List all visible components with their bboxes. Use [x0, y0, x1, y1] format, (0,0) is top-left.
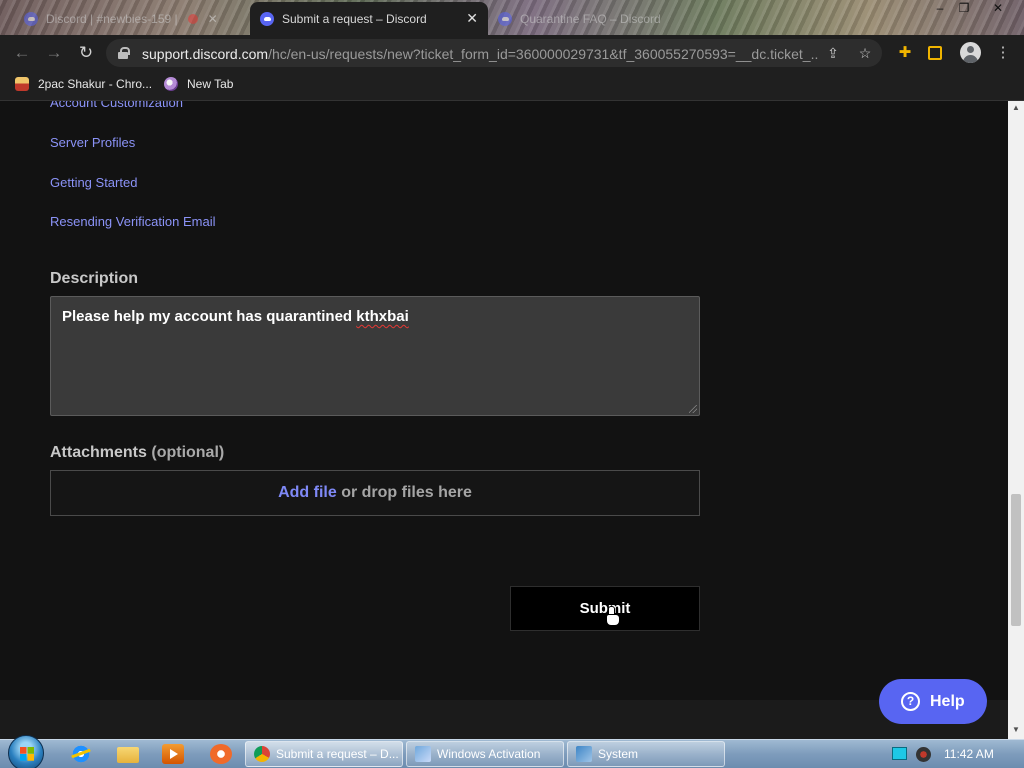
misspelled-word: kthxbai — [356, 308, 409, 325]
help-label: Help — [930, 692, 965, 710]
link-resending-verification-email[interactable]: Resending Verification Email — [50, 214, 215, 229]
extensions-puzzle-icon[interactable]: ✚ — [896, 44, 914, 62]
page-scrollbar[interactable]: ▲ ▼ — [1008, 101, 1024, 739]
screen: Discord | #newbies-159 | ✕ Submit a requ… — [0, 0, 1024, 768]
attachments-label: Attachments (optional) — [50, 444, 224, 462]
taskbar-button-label: Windows Activation — [437, 747, 541, 761]
bookmarks-bar: 2pac Shakur - Chro... New Tab — [0, 70, 1024, 101]
taskbar-button-chrome[interactable]: Submit a request – D... — [245, 741, 403, 767]
reload-icon[interactable]: ↻ — [76, 43, 96, 63]
folder-icon[interactable] — [117, 747, 139, 763]
hand-cursor-icon — [605, 606, 620, 626]
share-icon[interactable]: ⇪ — [824, 44, 842, 62]
close-tab-icon[interactable]: ✕ — [466, 10, 478, 27]
description-text: Please help my account has quarantined — [62, 308, 357, 325]
media-player-icon[interactable] — [162, 744, 184, 764]
description-label: Description — [50, 270, 139, 287]
side-panel-icon[interactable] — [928, 46, 942, 60]
url-host: support.discord.com — [142, 46, 269, 62]
tab-submit-request[interactable]: Submit a request – Discord ✕ — [250, 2, 488, 35]
recorder-tray-icon[interactable] — [916, 747, 931, 762]
page-footer-band — [0, 700, 1008, 739]
system-icon — [576, 746, 592, 762]
discord-icon — [260, 11, 274, 26]
tab-quarantine-faq[interactable]: Quarantine FAQ – Discord — [488, 2, 718, 35]
discord-icon — [24, 11, 38, 26]
link-server-profiles[interactable]: Server Profiles — [50, 135, 135, 150]
browser-tab-strip: Discord | #newbies-159 | ✕ Submit a requ… — [0, 0, 1024, 35]
taskbar-clock[interactable]: 11:42 AM — [944, 747, 994, 761]
drop-files-text: or drop files here — [336, 484, 472, 501]
close-window-icon[interactable]: ✕ — [986, 0, 1010, 18]
scroll-thumb[interactable] — [1011, 494, 1021, 626]
forward-icon[interactable]: → — [44, 43, 64, 63]
scroll-up-icon[interactable]: ▲ — [1008, 101, 1024, 115]
add-file-link[interactable]: Add file — [278, 484, 337, 501]
bookmark-favicon-icon — [15, 77, 29, 91]
support-request-page: Account Customization Server Profiles Ge… — [0, 101, 1008, 700]
network-icon[interactable] — [892, 747, 907, 760]
bookmark-new-tab[interactable]: New Tab — [164, 77, 233, 91]
minimize-icon[interactable]: – — [928, 0, 952, 18]
description-value: Please help my account has quarantined k… — [62, 308, 409, 325]
windows-taskbar: Submit a request – D... Windows Activati… — [0, 735, 1024, 768]
help-button[interactable]: ? Help — [879, 679, 987, 724]
close-tab-icon[interactable]: ✕ — [208, 12, 218, 26]
optional-tag: (optional) — [151, 444, 225, 461]
profile-avatar-icon[interactable] — [960, 42, 981, 63]
tab-title: Discord | #newbies-159 | — [46, 11, 178, 26]
resize-grip-icon[interactable] — [689, 405, 697, 413]
app-launcher-icon[interactable] — [210, 744, 232, 764]
url-path: /hc/en-us/requests/new?ticket_form_id=36… — [268, 46, 818, 62]
attachments-label-text: Attachments — [50, 444, 147, 461]
browser-toolbar: ← → ↻ support.discord.com/hc/en-us/reque… — [0, 35, 1024, 70]
bookmark-label: New Tab — [187, 77, 234, 91]
scroll-down-icon[interactable]: ▼ — [1008, 723, 1024, 737]
activation-key-icon — [415, 746, 431, 762]
address-bar[interactable]: support.discord.com/hc/en-us/requests/ne… — [106, 39, 882, 67]
taskbar-button-system[interactable]: System — [567, 741, 725, 767]
back-icon[interactable]: ← — [12, 43, 32, 63]
tab-discord-newbies[interactable]: Discord | #newbies-159 | ✕ — [14, 2, 250, 35]
link-account-customization[interactable]: Account Customization — [50, 101, 183, 110]
lock-icon — [118, 47, 130, 59]
taskbar-button-label: Submit a request – D... — [276, 747, 399, 761]
url-text: support.discord.com/hc/en-us/requests/ne… — [142, 46, 818, 62]
discord-icon — [498, 11, 512, 26]
description-textarea[interactable]: Please help my account has quarantined k… — [50, 296, 700, 416]
chrome-icon — [254, 746, 270, 762]
system-tray: 11:42 AM — [880, 740, 1024, 768]
restore-icon[interactable]: ❐ — [952, 0, 976, 18]
menu-kebab-icon[interactable]: ⋮ — [994, 44, 1012, 62]
tab-title: Quarantine FAQ – Discord — [520, 11, 661, 26]
file-drop-zone[interactable]: Add file or drop files here — [50, 470, 700, 516]
tab-title: Submit a request – Discord — [282, 11, 427, 26]
bookmark-2pac[interactable]: 2pac Shakur - Chro... — [15, 77, 152, 91]
bookmark-label: 2pac Shakur - Chro... — [38, 77, 153, 91]
taskbar-button-windows-activation[interactable]: Windows Activation — [406, 741, 564, 767]
bookmark-favicon-icon — [164, 77, 178, 91]
start-orb-icon[interactable] — [8, 735, 44, 768]
recording-icon — [187, 13, 198, 24]
link-getting-started[interactable]: Getting Started — [50, 175, 137, 190]
taskbar-button-label: System — [598, 747, 639, 761]
internet-explorer-icon[interactable] — [70, 744, 92, 764]
star-icon[interactable]: ☆ — [856, 44, 874, 62]
question-icon: ? — [901, 692, 920, 711]
